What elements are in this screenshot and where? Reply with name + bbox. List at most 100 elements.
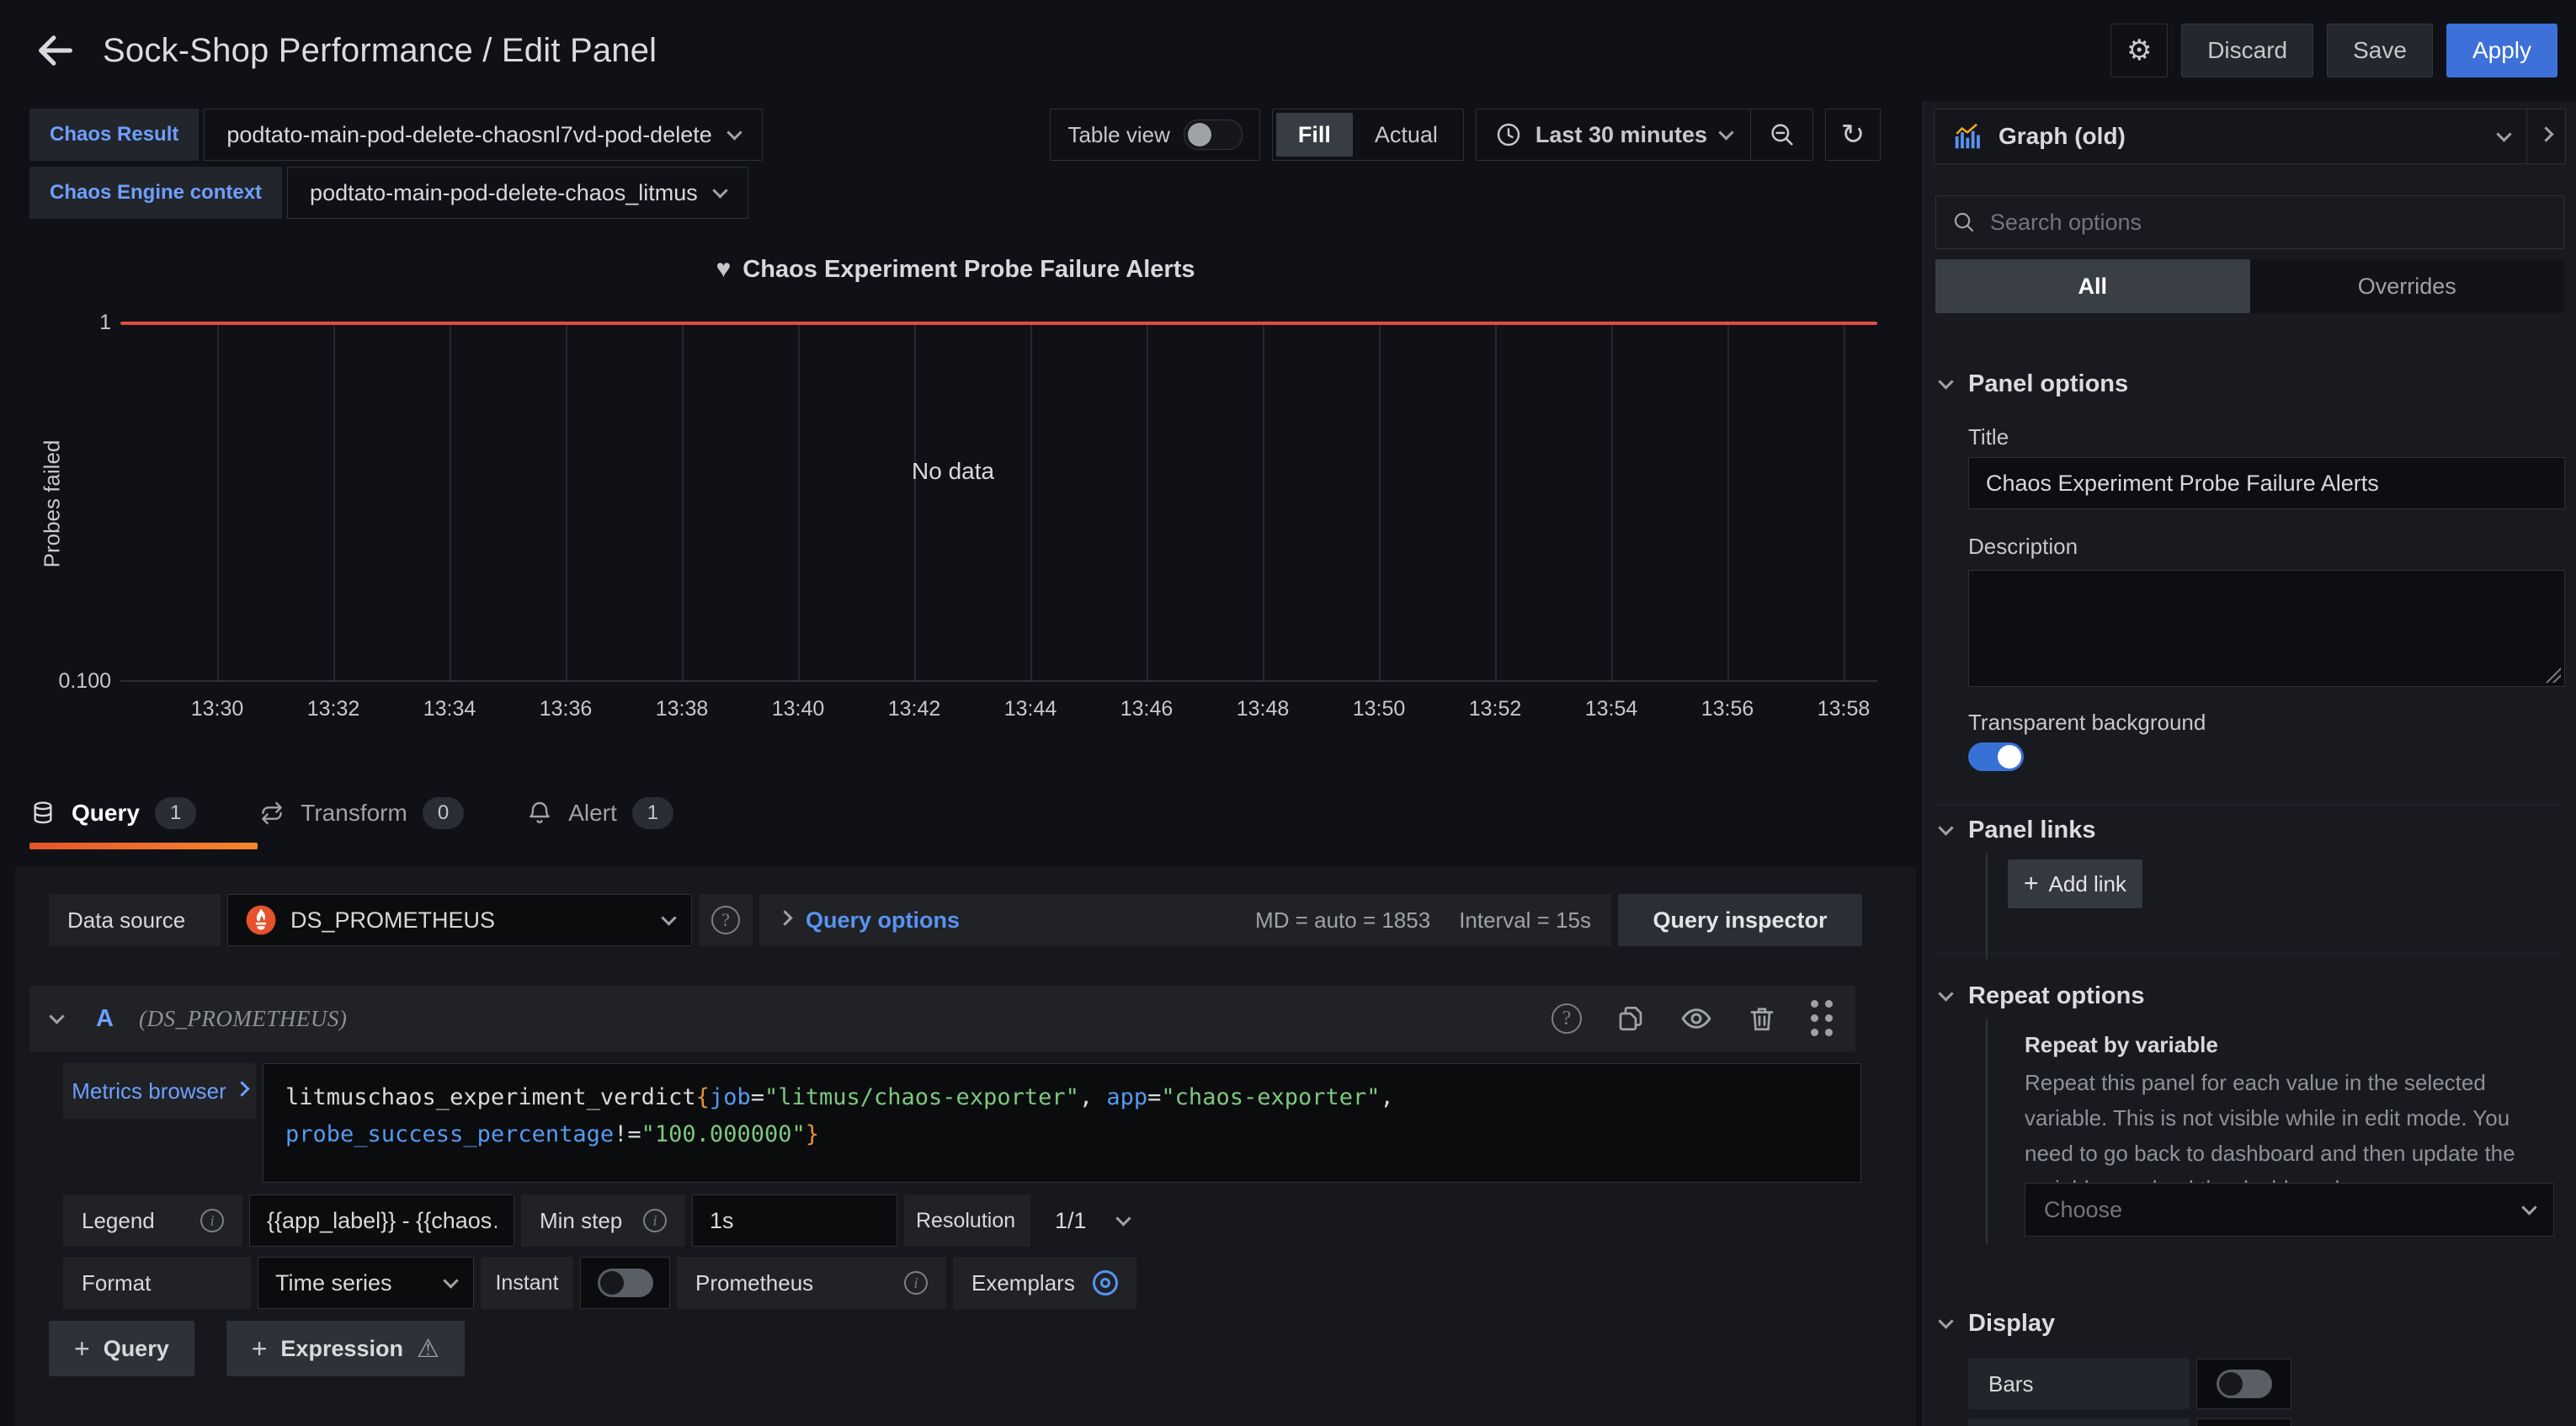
section-panel-options[interactable]: Panel options — [1940, 370, 2128, 398]
fill-actual-segmented: Fill Actual — [1272, 109, 1464, 161]
panel-settings-button[interactable]: ⚙ — [2110, 24, 2168, 77]
tab-transform[interactable]: Transform 0 — [258, 797, 464, 829]
variable-value-text: podtato-main-pod-delete-chaosnl7vd-pod-d… — [226, 122, 711, 148]
series-line — [120, 322, 1877, 325]
section-panel-links[interactable]: Panel links — [1940, 817, 2096, 844]
table-view-toggle[interactable] — [1184, 120, 1243, 150]
query-ref-datasource: (DS_PROMETHEUS) — [139, 1006, 347, 1032]
variable-value-dropdown[interactable]: podtato-main-pod-delete-chaosnl7vd-pod-d… — [204, 109, 762, 161]
zoom-out-button[interactable] — [1750, 109, 1812, 160]
instant-toggle[interactable] — [598, 1269, 653, 1297]
transform-icon — [258, 800, 285, 827]
datasource-help-button[interactable]: ? — [699, 894, 753, 946]
resolution-value: 1/1 — [1055, 1208, 1087, 1234]
chevron-down-icon — [1938, 820, 1953, 835]
resolution-select[interactable]: 1/1 — [1037, 1195, 1147, 1247]
datasource-row: Data source DS_PROMETHEUS ? Query option… — [49, 894, 1862, 946]
fill-option[interactable]: Fill — [1276, 113, 1353, 157]
gridline — [1379, 323, 1381, 680]
discard-button[interactable]: Discard — [2181, 24, 2313, 77]
x-tick-label: 13:32 — [274, 697, 392, 721]
resize-handle[interactable] — [2544, 666, 2561, 683]
x-tick-label: 13:56 — [1669, 697, 1786, 721]
apply-button[interactable]: Apply — [2446, 24, 2557, 77]
bars-option-row: Bars — [1968, 1359, 2291, 1409]
actual-option[interactable]: Actual — [1353, 113, 1460, 157]
add-expression-button[interactable]: + Expression ⚠ — [226, 1321, 465, 1376]
add-query-button[interactable]: + Query — [49, 1321, 194, 1376]
duplicate-query-icon[interactable] — [1615, 1003, 1646, 1034]
time-range-picker[interactable]: Last 30 minutes — [1477, 109, 1750, 160]
tab-all[interactable]: All — [1935, 259, 2250, 313]
chevron-down-icon — [2496, 126, 2511, 141]
gridline — [1611, 323, 1613, 680]
delete-query-trash-icon[interactable] — [1747, 1003, 1777, 1034]
gridline — [682, 323, 684, 680]
variable-chaos-engine-context: Chaos Engine context podtato-main-pod-de… — [29, 167, 763, 219]
format-value: Time series — [275, 1270, 392, 1296]
panel-title-input[interactable] — [1968, 457, 2565, 509]
exemplars-toggle-icon[interactable] — [1093, 1270, 1118, 1296]
options-search[interactable] — [1935, 195, 2564, 249]
legend-format-input[interactable]: {{app_label}} - {{chaos… — [249, 1195, 514, 1247]
variable-value-dropdown[interactable]: podtato-main-pod-delete-chaos_litmus — [287, 167, 748, 219]
x-tick-label: 13:36 — [507, 697, 625, 721]
description-label: Description — [1968, 534, 2078, 560]
variable-chaos-result: Chaos Result podtato-main-pod-delete-cha… — [29, 109, 763, 161]
bars-toggle[interactable] — [2217, 1370, 2272, 1398]
tab-query[interactable]: Query 1 — [29, 797, 196, 829]
collapse-query-chevron-icon[interactable] — [49, 1008, 64, 1024]
interval-text: Interval = 15s — [1459, 907, 1591, 934]
section-display[interactable]: Display — [1940, 1310, 2055, 1338]
tab-label: Transform — [301, 800, 407, 827]
plus-icon: + — [252, 1333, 268, 1365]
toggle-visibility-eye-icon[interactable] — [1679, 1002, 1713, 1035]
clock-icon — [1495, 121, 1522, 148]
options-search-input[interactable] — [1990, 210, 2548, 236]
gridline — [1727, 323, 1729, 680]
active-tab-underline — [29, 843, 258, 849]
promql-editor[interactable]: litmuschaos_experiment_verdict{job="litm… — [263, 1063, 1861, 1183]
gear-icon: ⚙ — [2126, 34, 2152, 67]
format-select[interactable]: Time series — [258, 1257, 474, 1309]
visualization-picker: Graph (old) — [1934, 109, 2566, 164]
option-label — [1968, 1418, 2190, 1426]
collapse-options-button[interactable] — [2526, 109, 2565, 163]
query-options-header[interactable]: Query options MD = auto = 1853 Interval … — [759, 894, 1611, 946]
save-button[interactable]: Save — [2327, 24, 2433, 77]
panel-description-textarea[interactable] — [1968, 570, 2565, 687]
datasource-select[interactable]: DS_PROMETHEUS — [227, 894, 692, 946]
x-tick-label: 13:34 — [391, 697, 508, 721]
query-footer-buttons: + Query + Expression ⚠ — [49, 1321, 465, 1376]
transparent-background-toggle[interactable] — [1968, 742, 2024, 771]
prometheus-type-label: Prometheus i — [677, 1257, 946, 1309]
chevron-down-icon — [2521, 1200, 2536, 1215]
tab-count-badge: 1 — [632, 797, 673, 829]
arrow-left-icon — [34, 29, 77, 72]
database-icon — [29, 800, 56, 827]
query-help-icon[interactable]: ? — [1551, 1003, 1582, 1034]
refresh-button[interactable]: ↻ — [1825, 109, 1881, 161]
plus-icon: + — [74, 1333, 90, 1365]
datasource-name: DS_PROMETHEUS — [290, 907, 495, 934]
metrics-browser-button[interactable]: Metrics browser — [63, 1063, 256, 1119]
visualization-select[interactable]: Graph (old) — [1935, 109, 2526, 163]
datasource-label: Data source — [49, 894, 221, 946]
instant-label: Instant — [481, 1257, 573, 1309]
repeat-variable-select[interactable]: Choose — [2025, 1183, 2554, 1237]
promql-row: Metrics browser litmuschaos_experiment_v… — [63, 1063, 1861, 1183]
query-inspector-button[interactable]: Query inspector — [1618, 894, 1862, 946]
time-range-group: Last 30 minutes — [1476, 109, 1813, 161]
tab-overrides[interactable]: Overrides — [2250, 259, 2565, 313]
min-step-input[interactable]: 1s — [692, 1195, 897, 1247]
table-view-label: Table view — [1067, 122, 1169, 148]
query-ref-id: A — [96, 1005, 114, 1033]
add-link-button[interactable]: + Add link — [2008, 859, 2142, 908]
tab-alert[interactable]: Alert 1 — [526, 797, 673, 829]
query-row-header: A (DS_PROMETHEUS) ? — [29, 986, 1855, 1051]
section-repeat-options[interactable]: Repeat options — [1940, 982, 2144, 1010]
drag-handle-icon[interactable] — [1811, 1000, 1834, 1037]
back-button[interactable] — [30, 25, 81, 76]
tab-count-badge: 0 — [423, 797, 464, 829]
x-tick-label: 13:52 — [1436, 697, 1554, 721]
